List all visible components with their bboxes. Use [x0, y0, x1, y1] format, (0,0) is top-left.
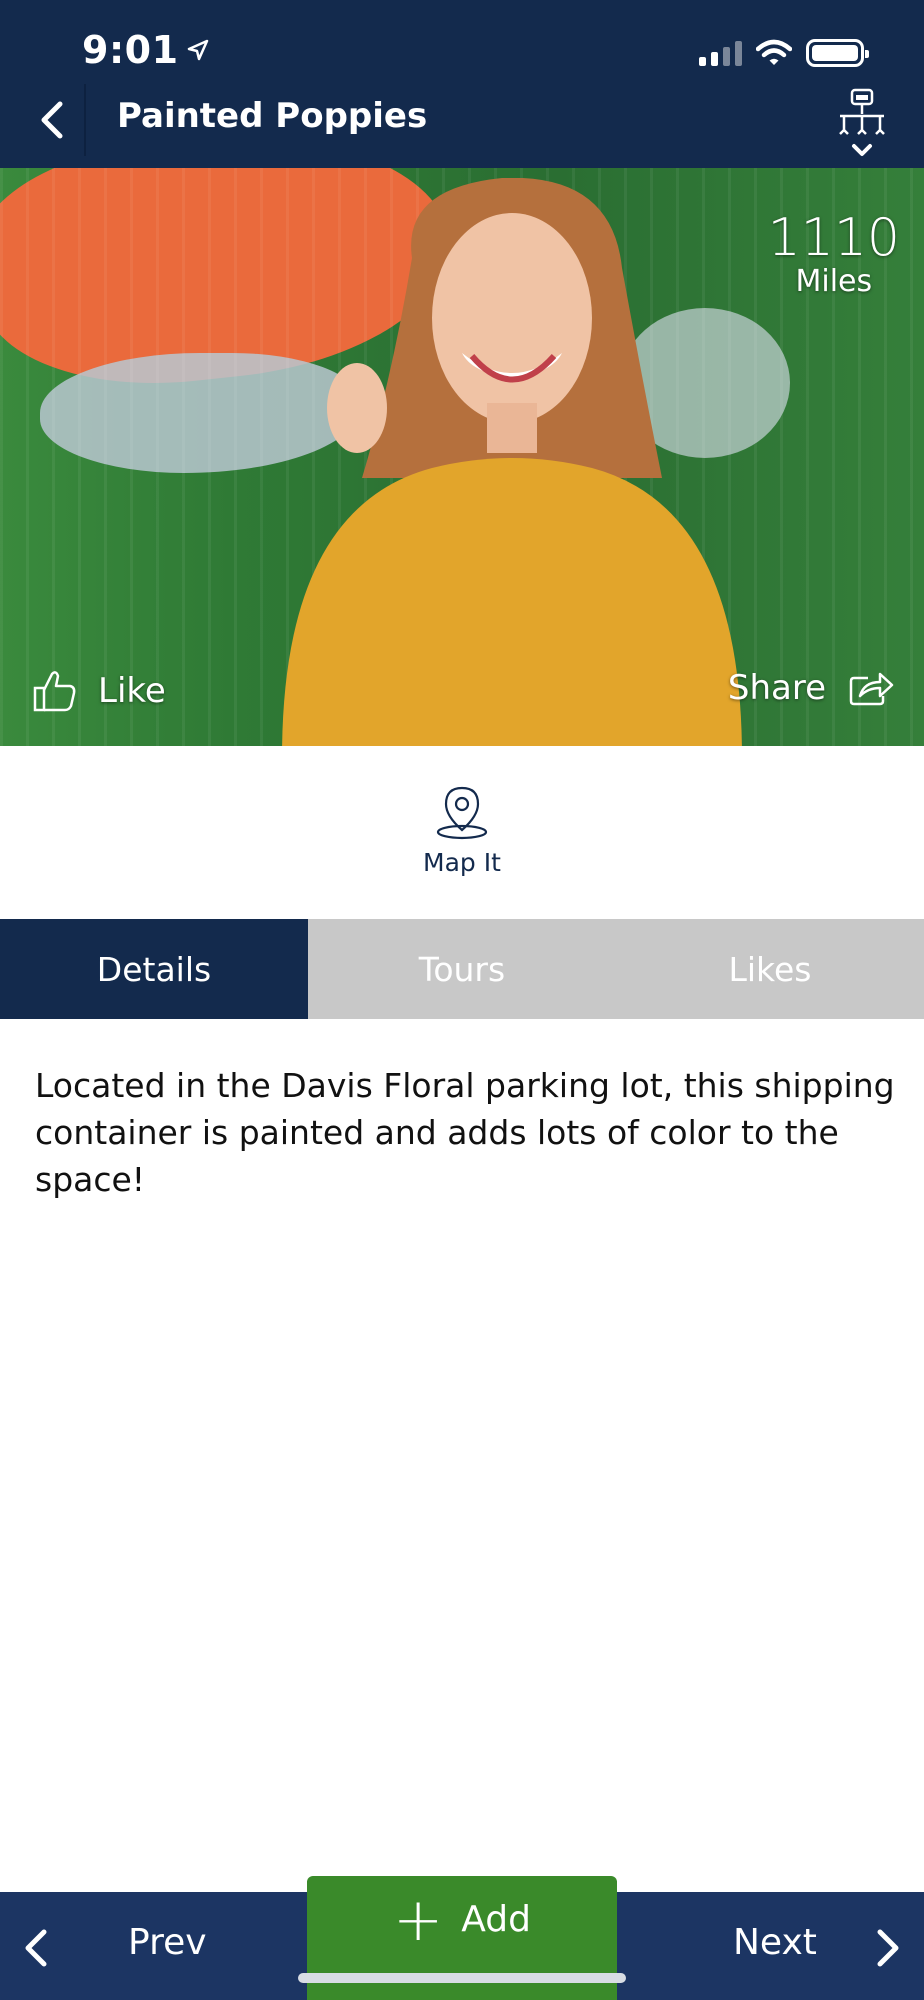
like-button[interactable]: Like [32, 668, 166, 714]
tab-details[interactable]: Details [0, 919, 308, 1019]
map-it-label: Map It [423, 848, 501, 877]
home-indicator [298, 1973, 626, 1983]
add-label: Add [461, 1899, 531, 1940]
thumbs-up-icon [33, 671, 76, 712]
status-time: 9:01 [82, 26, 209, 72]
header-divider [84, 84, 86, 156]
distance-unit: Miles [795, 264, 873, 299]
status-icons [699, 36, 869, 70]
share-button[interactable]: Share [728, 668, 894, 708]
chevron-left-icon [41, 101, 63, 139]
tab-tours[interactable]: Tours [308, 919, 616, 1019]
map-it-button[interactable]: Map It [402, 784, 522, 880]
tour-toggle-button[interactable] [834, 86, 890, 164]
like-label: Like [98, 671, 166, 711]
top-bar: 9:01 Painted Poppies [0, 0, 924, 168]
tab-bar: Details Tours Likes [0, 919, 924, 1019]
prev-label: Prev [128, 1922, 207, 1963]
next-label: Next [733, 1922, 817, 1963]
distance-indicator: 1110 Miles [768, 210, 900, 298]
location-pin-icon [436, 786, 488, 840]
chevron-right-icon [877, 1929, 899, 1967]
share-label: Share [727, 668, 826, 708]
person-photo [282, 178, 742, 746]
location-arrow-icon [187, 26, 209, 70]
share-icon [849, 672, 894, 706]
details-description: Located in the Davis Floral parking lot,… [35, 1066, 895, 1199]
back-button[interactable] [26, 96, 76, 144]
cellular-signal-icon [699, 40, 742, 66]
wifi-icon [756, 39, 792, 65]
plus-icon: + [393, 1885, 444, 1955]
prev-button[interactable]: Prev [0, 1892, 306, 2000]
hero-photo: 1110 Miles Like Share [0, 168, 924, 746]
tab-likes[interactable]: Likes [616, 919, 924, 1019]
status-time-text: 9:01 [82, 28, 179, 72]
page-title: Painted Poppies [117, 96, 428, 136]
battery-icon [806, 39, 869, 67]
chevron-left-icon [25, 1929, 47, 1967]
next-button[interactable]: Next [618, 1892, 924, 2000]
tour-toggle-icon [839, 88, 885, 156]
distance-value: 1110 [767, 208, 900, 268]
